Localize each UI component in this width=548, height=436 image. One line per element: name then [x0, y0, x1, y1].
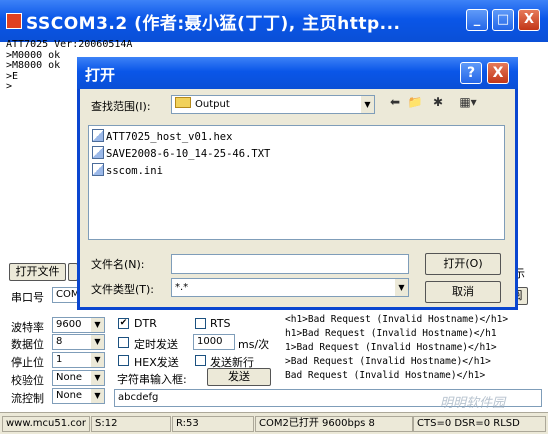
port-select[interactable]: COM2: [52, 287, 86, 303]
response-line: h1>Bad Request (Invalid Hostname)</h1: [285, 328, 497, 339]
databits-label: 数据位: [11, 338, 44, 351]
interval-input[interactable]: 1000: [193, 334, 235, 350]
stopbits-select[interactable]: 1 ▼: [52, 352, 105, 368]
port-label: 串口号: [11, 291, 44, 304]
app-icon: [6, 13, 22, 29]
cancel-button[interactable]: 取消: [425, 281, 501, 303]
watermark: 明明软件园: [440, 396, 506, 411]
rts-label: RTS: [210, 317, 231, 330]
file-name: ATT7025_host_v01.hex: [106, 131, 233, 143]
parity-label: 校验位: [11, 374, 44, 387]
file-item[interactable]: ATT7025_host_v01.hex: [92, 129, 232, 145]
look-in-value: Output: [195, 99, 230, 110]
chevron-down-icon[interactable]: ▼: [91, 353, 104, 367]
log-line: ATT7025 Ver:20060514A: [6, 39, 133, 50]
hex-send-label: HEX发送: [134, 356, 179, 369]
dialog-title: 打开: [85, 66, 116, 84]
response-line: >Bad Request (Invalid Hostname)</h1>: [285, 356, 491, 367]
back-arrow-icon[interactable]: ⬅: [387, 95, 403, 109]
chevron-down-icon[interactable]: ▼: [91, 371, 104, 385]
filetype-label: 文件类型(T):: [91, 283, 155, 296]
maximize-button[interactable]: □: [492, 9, 514, 31]
status-send-count: S:12: [91, 416, 171, 432]
file-item[interactable]: SAVE2008-6-10_14-25-46.TXT: [92, 146, 270, 162]
up-folder-icon[interactable]: 📁: [407, 95, 423, 109]
filename-input[interactable]: [171, 254, 409, 274]
minimize-button[interactable]: _: [466, 9, 488, 31]
filetype-select[interactable]: *.* ▼: [171, 278, 409, 297]
stopbits-label: 停止位: [11, 356, 44, 369]
close-button[interactable]: X: [518, 9, 540, 31]
help-button[interactable]: ?: [460, 62, 482, 84]
folder-icon: [175, 97, 191, 108]
dtr-label: DTR: [134, 317, 157, 330]
file-icon: [92, 163, 104, 176]
file-icon: [92, 146, 104, 159]
timed-send-label: 定时发送: [134, 338, 178, 351]
main-title-bar: SSCOM3.2 (作者:聂小猛(丁丁), 主页http... _ □ X: [0, 0, 548, 42]
interval-unit: ms/次: [238, 338, 270, 351]
file-name: sscom.ini: [106, 165, 163, 177]
chevron-down-icon[interactable]: ▼: [91, 389, 104, 403]
flow-label: 流控制: [11, 392, 44, 405]
file-icon: [92, 129, 104, 142]
status-website[interactable]: www.mcu51.cor: [2, 416, 90, 432]
status-signals: CTS=0 DSR=0 RLSD: [413, 416, 546, 432]
open-file-button[interactable]: 打开文件: [9, 263, 66, 281]
send-newline-checkbox[interactable]: [195, 355, 206, 366]
databits-value: 8: [56, 336, 63, 347]
status-receive-count: R:53: [172, 416, 254, 432]
look-in-select[interactable]: Output ▼: [171, 95, 375, 114]
filename-label: 文件名(N):: [91, 258, 145, 271]
rts-checkbox[interactable]: [195, 318, 206, 329]
open-file-dialog: 打开 ? X 查找范围(I): Output ▼ ⬅ 📁 ✱ ▦▾ ATT702…: [77, 57, 518, 310]
chevron-down-icon[interactable]: ▼: [395, 279, 408, 296]
new-folder-icon[interactable]: ✱: [430, 95, 446, 109]
dtr-checkbox[interactable]: ✔: [118, 318, 129, 329]
status-bar: www.mcu51.cor S:12 R:53 COM2已打开 9600bps …: [0, 412, 548, 434]
file-item[interactable]: sscom.ini: [92, 163, 163, 179]
response-line: Bad Request (Invalid Hostname)</h1>: [285, 370, 486, 381]
response-area: <h1>Bad Request (Invalid Hostname)</h1> …: [285, 313, 540, 385]
view-menu-icon[interactable]: ▦▾: [455, 95, 481, 109]
flow-value: None: [56, 390, 83, 401]
response-line: <h1>Bad Request (Invalid Hostname)</h1>: [285, 314, 509, 325]
parity-select[interactable]: None ▼: [52, 370, 105, 386]
baud-label: 波特率: [11, 321, 44, 334]
databits-select[interactable]: 8 ▼: [52, 334, 105, 350]
timed-send-checkbox[interactable]: [118, 337, 129, 348]
stopbits-value: 1: [56, 354, 63, 365]
hex-send-checkbox[interactable]: [118, 355, 129, 366]
dialog-title-bar: 打开 ? X: [77, 57, 518, 89]
open-button[interactable]: 打开(O): [425, 253, 501, 275]
send-button[interactable]: 发送: [207, 368, 271, 386]
baud-value: 9600: [56, 319, 82, 330]
parity-value: None: [56, 372, 83, 383]
chevron-down-icon[interactable]: ▼: [91, 335, 104, 349]
flow-select[interactable]: None ▼: [52, 388, 105, 404]
response-line: 1>Bad Request (Invalid Hostname)</h1>: [285, 342, 497, 353]
file-list[interactable]: ATT7025_host_v01.hex SAVE2008-6-10_14-25…: [88, 125, 505, 240]
window-title: SSCOM3.2 (作者:聂小猛(丁丁), 主页http...: [26, 14, 401, 34]
string-input-label: 字符串输入框:: [117, 373, 187, 386]
look-in-label: 查找范围(I):: [91, 100, 151, 113]
filetype-value: *.*: [175, 282, 189, 293]
baud-select[interactable]: 9600 ▼: [52, 317, 105, 333]
chevron-down-icon[interactable]: ▼: [361, 96, 374, 113]
chevron-down-icon[interactable]: ▼: [91, 318, 104, 332]
dialog-close-button[interactable]: X: [487, 62, 509, 84]
status-port: COM2已打开 9600bps 8: [255, 416, 413, 432]
file-name: SAVE2008-6-10_14-25-46.TXT: [106, 148, 271, 160]
